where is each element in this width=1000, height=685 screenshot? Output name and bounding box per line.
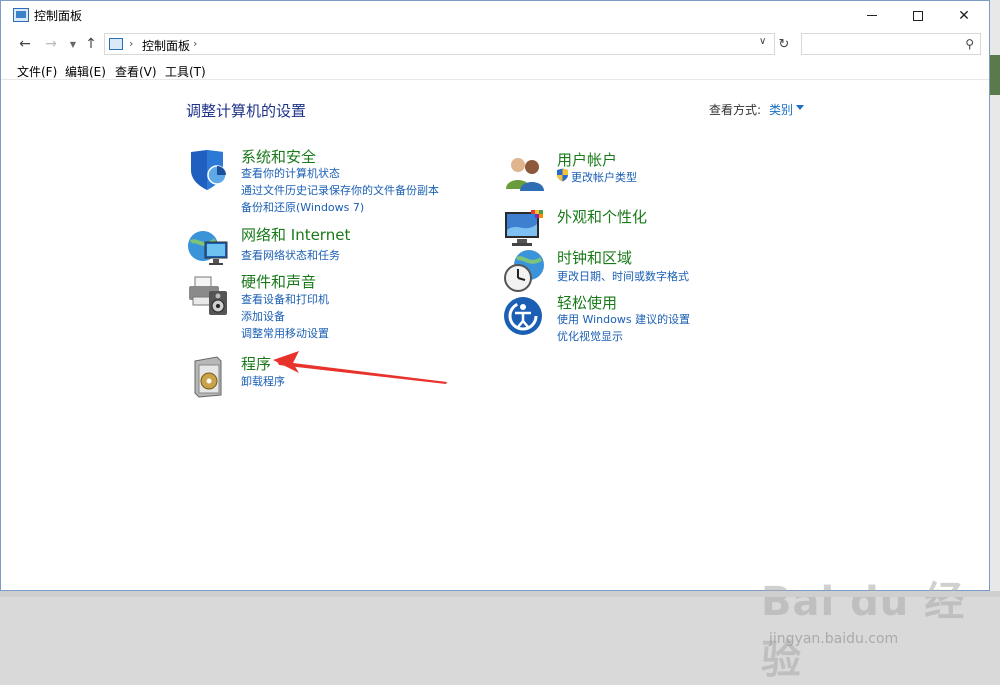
category-title[interactable]: 时钟和区域 <box>557 247 632 268</box>
category-title[interactable]: 硬件和声音 <box>241 271 316 292</box>
control-panel-icon <box>13 8 29 22</box>
close-icon: ✕ <box>958 7 970 24</box>
users-icon[interactable] <box>503 151 547 195</box>
monitor-palette-icon[interactable] <box>503 208 547 252</box>
category-title[interactable]: 轻松使用 <box>557 292 617 313</box>
link-add-device[interactable]: 添加设备 <box>241 308 285 324</box>
baidu-watermark: Bai du 经验 jingyan.baidu.com <box>761 569 971 683</box>
page-title: 调整计算机的设置 <box>186 102 307 120</box>
control-panel-window: 控制面板 ✕ ← → ▼ ↑ › 控制面板 › ∨ ↻ ⚲ 文件(F) 编辑(E… <box>0 0 990 683</box>
refresh-icon: ↻ <box>778 36 790 52</box>
ease-of-access-icon[interactable] <box>503 294 547 338</box>
up-button[interactable]: ↑ <box>83 35 99 53</box>
close-button[interactable]: ✕ <box>941 1 987 30</box>
watermark-subtext: jingyan.baidu.com <box>769 631 899 647</box>
shield-icon[interactable] <box>187 148 231 192</box>
watermark-text: Bai du 经验 <box>761 579 966 683</box>
forward-button[interactable]: → <box>43 35 59 53</box>
menu-bar: 文件(F) 编辑(E) 查看(V) 工具(T) <box>1 60 989 80</box>
printer-speaker-icon[interactable] <box>187 273 231 317</box>
arrow-right-icon: → <box>45 36 57 52</box>
breadcrumb-control-panel[interactable]: 控制面板 <box>142 37 190 54</box>
breadcrumb-separator-icon[interactable]: › <box>193 37 197 50</box>
menu-edit[interactable]: 编辑(E) <box>65 63 106 80</box>
link-optimize-visual-display[interactable]: 优化视觉显示 <box>557 328 623 344</box>
maximize-button[interactable] <box>895 1 941 30</box>
view-by-dropdown[interactable]: 类别 <box>769 101 793 118</box>
arrow-up-icon: ↑ <box>85 36 97 52</box>
content-area: 调整计算机的设置 查看方式: 类别 系统和安全 查看你的计算机状态 通过文件历史… <box>1 81 989 683</box>
link-mobility-settings[interactable]: 调整常用移动设置 <box>241 325 329 341</box>
maximize-icon <box>913 10 923 21</box>
refresh-button[interactable]: ↻ <box>776 36 792 52</box>
background-window-strip <box>990 0 1000 597</box>
link-change-account-type[interactable]: 更改帐户类型 <box>571 169 637 185</box>
uac-shield-icon <box>557 168 568 182</box>
caret-down-icon[interactable] <box>796 105 804 110</box>
link-file-history[interactable]: 通过文件历史记录保存你的文件备份副本 <box>241 182 439 198</box>
desktop-strip <box>0 591 1000 597</box>
control-panel-icon <box>109 38 123 50</box>
globe-monitor-icon[interactable] <box>187 226 231 270</box>
link-devices-printers[interactable]: 查看设备和打印机 <box>241 291 329 307</box>
category-title[interactable]: 外观和个性化 <box>557 206 647 227</box>
menu-file[interactable]: 文件(F) <box>17 63 57 80</box>
link-windows-recommended-settings[interactable]: 使用 Windows 建议的设置 <box>557 311 690 327</box>
category-title[interactable]: 程序 <box>241 353 271 374</box>
clock-globe-icon[interactable] <box>503 249 547 293</box>
navigation-bar: ← → ▼ ↑ › 控制面板 › ∨ ↻ ⚲ <box>1 30 989 58</box>
link-change-date-time-format[interactable]: 更改日期、时间或数字格式 <box>557 268 689 284</box>
search-input[interactable]: ⚲ <box>801 33 981 55</box>
recent-locations-button[interactable]: ▼ <box>65 35 81 53</box>
program-disc-icon[interactable] <box>187 355 231 399</box>
title-bar: 控制面板 ✕ <box>1 1 989 30</box>
address-bar[interactable]: › 控制面板 › ∨ <box>104 33 775 55</box>
menu-view[interactable]: 查看(V) <box>115 63 157 80</box>
menu-tools[interactable]: 工具(T) <box>165 63 206 80</box>
search-icon[interactable]: ⚲ <box>965 37 974 51</box>
annotation-arrow <box>273 351 447 384</box>
minimize-icon <box>867 15 877 16</box>
arrow-left-icon: ← <box>19 36 31 52</box>
window-title: 控制面板 <box>34 9 83 23</box>
back-button[interactable]: ← <box>17 35 33 53</box>
chevron-down-icon: ▼ <box>69 39 77 49</box>
link-backup-restore[interactable]: 备份和还原(Windows 7) <box>241 199 364 215</box>
link-view-computer-status[interactable]: 查看你的计算机状态 <box>241 165 340 181</box>
minimize-button[interactable] <box>849 1 895 30</box>
link-network-status[interactable]: 查看网络状态和任务 <box>241 247 340 263</box>
category-title[interactable]: 网络和 Internet <box>241 224 350 245</box>
address-dropdown-icon[interactable]: ∨ <box>759 36 766 47</box>
breadcrumb-separator-icon[interactable]: › <box>129 37 133 50</box>
view-by-label: 查看方式: <box>709 103 762 117</box>
category-title[interactable]: 系统和安全 <box>241 146 316 167</box>
category-title[interactable]: 用户帐户 <box>557 149 617 170</box>
